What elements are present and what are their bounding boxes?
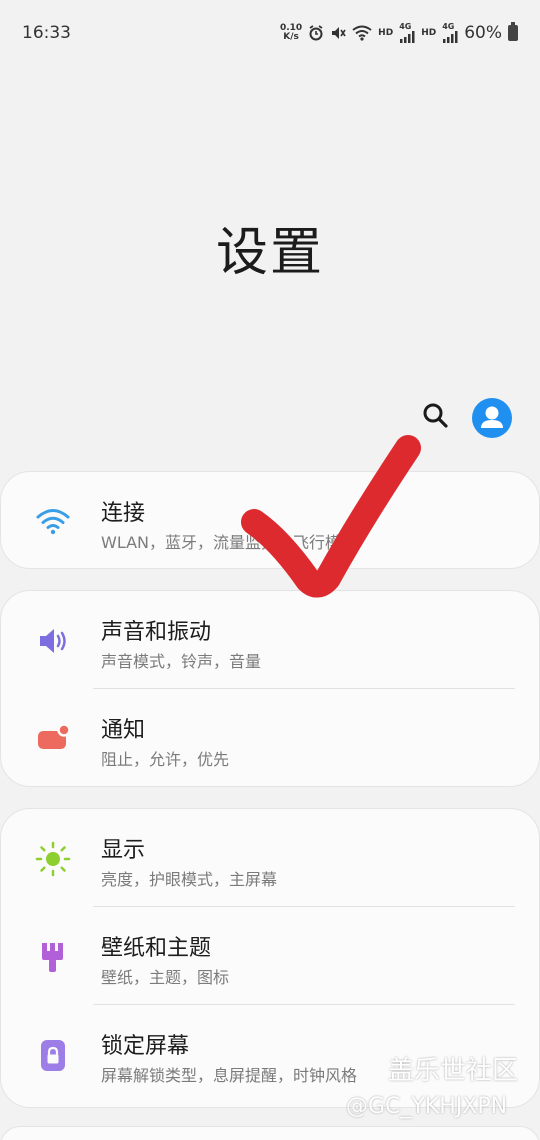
- sim1-signal: 4G: [399, 23, 415, 43]
- sim1-tech-label: 4G: [399, 22, 412, 31]
- settings-item-subtitle: 壁纸，主题，图标: [101, 968, 230, 987]
- settings-group-connections: 连接 WLAN，蓝牙，流量监控，飞行模式: [0, 471, 540, 569]
- settings-item-display[interactable]: 显示 亮度，护眼模式，主屏幕: [1, 809, 539, 907]
- sim2-signal: 4G: [442, 23, 458, 43]
- wifi-status-icon: [352, 25, 372, 41]
- settings-item-notifications[interactable]: 通知 阻止，允许，优先: [1, 689, 539, 787]
- settings-item-subtitle: 声音模式，铃声，音量: [101, 652, 262, 671]
- sun-icon: [35, 841, 71, 877]
- settings-group-sound: 声音和振动 声音模式，铃声，音量 通知 阻止，允许，优先: [0, 590, 540, 787]
- alarm-icon: [309, 25, 323, 41]
- watermark-handle: @GC_YKHJXPN: [346, 1094, 508, 1119]
- mute-icon: [332, 27, 346, 39]
- settings-item-subtitle: 亮度，护眼模式，主屏幕: [101, 870, 278, 889]
- watermark-brand: 盖乐世社区: [388, 1056, 519, 1086]
- settings-item-title: 连接: [101, 501, 146, 526]
- status-bar: 16:33 0.10 K/s HD 4G HD 4G 60%: [0, 0, 540, 66]
- settings-item-sound[interactable]: 声音和振动 声音模式，铃声，音量: [1, 591, 539, 689]
- settings-group-next: [0, 1126, 540, 1140]
- sim2-hd-label: HD: [421, 28, 437, 38]
- status-icons: 0.10 K/s HD 4G HD 4G 60%: [280, 22, 518, 43]
- settings-item-title: 通知: [101, 718, 146, 743]
- speaker-icon: [40, 629, 66, 653]
- settings-item-title: 显示: [101, 838, 146, 863]
- page-title: 设置: [215, 223, 324, 283]
- settings-item-title: 声音和振动: [101, 620, 212, 645]
- settings-item-subtitle: 屏幕解锁类型，息屏提醒，时钟风格: [101, 1066, 358, 1085]
- signal-bars-icon: [443, 31, 458, 43]
- settings-item-title: 壁纸和主题: [101, 936, 212, 961]
- settings-item-wallpaper[interactable]: 壁纸和主题 壁纸，主题，图标: [1, 907, 539, 1005]
- notification-icon: [38, 723, 71, 749]
- settings-item-subtitle: WLAN，蓝牙，流量监控，飞行模式: [101, 533, 358, 552]
- sim2-tech-label: 4G: [442, 22, 455, 31]
- sim1-hd-label: HD: [378, 28, 394, 38]
- paintbrush-icon: [42, 943, 63, 972]
- settings-item-title: 锁定屏幕: [101, 1034, 190, 1059]
- net-speed-unit: K/s: [283, 32, 299, 42]
- account-button[interactable]: [472, 398, 512, 438]
- settings-item-subtitle: 阻止，允许，优先: [101, 750, 230, 769]
- status-time: 16:33: [22, 23, 71, 43]
- settings-item-connections[interactable]: 连接 WLAN，蓝牙，流量监控，飞行模式: [1, 472, 539, 570]
- signal-bars-icon: [400, 31, 415, 43]
- person-icon: [481, 406, 503, 428]
- battery-icon: [508, 22, 518, 41]
- wifi-icon: [36, 509, 70, 535]
- search-icon[interactable]: [420, 400, 452, 432]
- lock-icon: [41, 1040, 65, 1071]
- net-speed: 0.10 K/s: [280, 24, 302, 42]
- battery-percent: 60%: [464, 23, 502, 43]
